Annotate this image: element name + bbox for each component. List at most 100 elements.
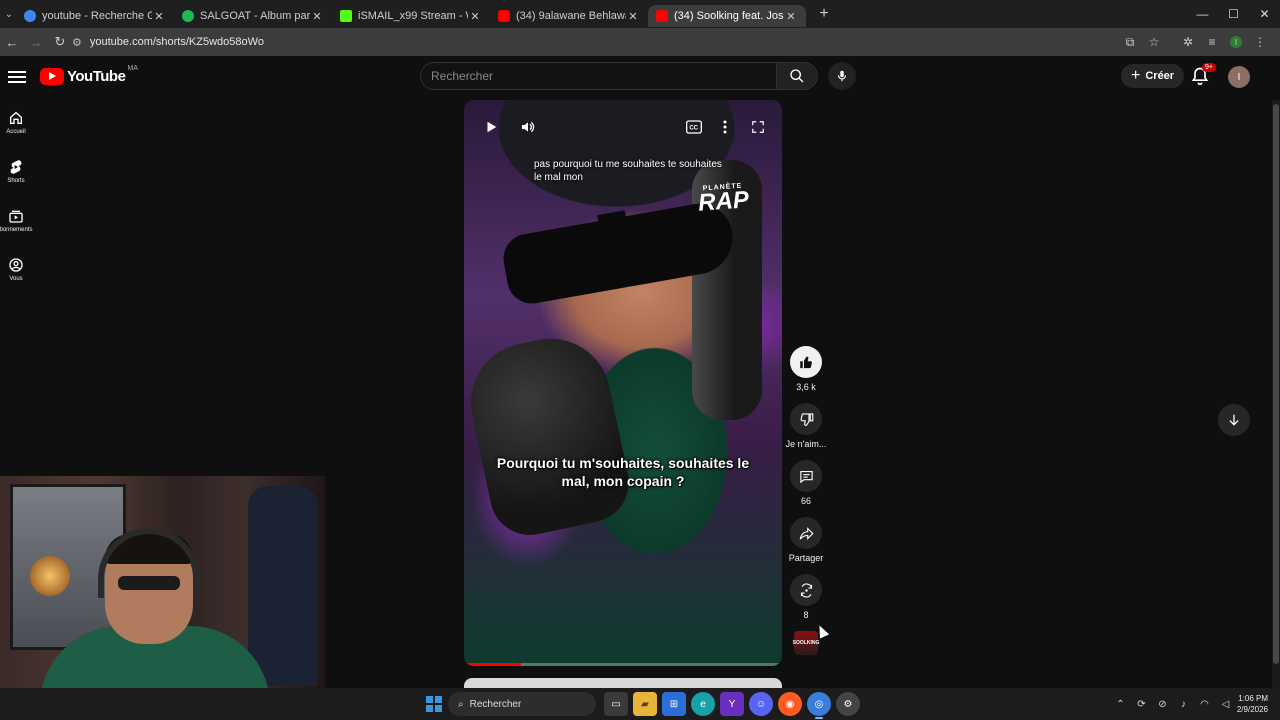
tab-title: (34) 9alawane Behlawane - Bakr <box>516 10 626 22</box>
edge-icon[interactable]: e <box>691 692 715 716</box>
guide-label: Accueil <box>6 129 26 135</box>
browser-tab[interactable]: (34) 9alawane Behlawane - Bakr ✕ <box>490 5 648 27</box>
toolbar-actions: ⧉ ☆ ✲ ≡ I ⋮ <box>1118 30 1272 54</box>
install-app-icon[interactable]: ⧉ <box>1118 30 1142 54</box>
microsoft-store-icon[interactable]: ⊞ <box>662 692 686 716</box>
steam-icon[interactable]: ⚙ <box>836 692 860 716</box>
menu-icon[interactable] <box>8 68 26 86</box>
dislike-circle[interactable] <box>790 403 822 435</box>
close-tab-icon[interactable]: ✕ <box>784 10 798 23</box>
microphone-icon <box>837 70 847 82</box>
create-button[interactable]: + Créer <box>1121 64 1185 88</box>
browser-tab[interactable]: youtube - Recherche Google ✕ <box>16 5 174 27</box>
share-circle[interactable] <box>790 517 822 549</box>
shorts-icon <box>10 160 22 174</box>
close-tab-icon[interactable]: ✕ <box>310 10 324 23</box>
wifi-icon[interactable]: ◠ <box>1194 692 1215 716</box>
browser-tab-active[interactable]: (34) Soolking feat. Josas - Paqu ✕ <box>648 5 806 27</box>
task-view-icon[interactable]: ▭ <box>604 692 628 716</box>
close-tab-icon[interactable]: ✕ <box>468 10 482 23</box>
firefox-icon[interactable]: ◉ <box>778 692 802 716</box>
home-icon <box>10 111 22 124</box>
microphone-icon[interactable]: ♪ <box>1173 692 1194 716</box>
burned-in-subtitle: Pourquoi tu m'souhaites, souhaites le ma… <box>496 455 750 489</box>
short-video-player[interactable]: PLANÈTE RAP CC pas pourquoi tu me souhai… <box>464 100 782 666</box>
like-circle[interactable] <box>790 346 822 378</box>
extensions-icon[interactable]: ✲ <box>1176 30 1200 54</box>
chrome-icon[interactable]: ◎ <box>807 692 831 719</box>
close-window-icon[interactable]: ✕ <box>1249 0 1280 28</box>
guide-label: Shorts <box>7 178 25 184</box>
search-input[interactable] <box>420 62 776 90</box>
minimize-icon[interactable]: — <box>1187 0 1218 28</box>
search-button[interactable] <box>776 62 818 90</box>
scrollbar-thumb[interactable] <box>1273 104 1279 664</box>
guide-label: Vous <box>9 276 23 282</box>
browser-tab[interactable]: SALGOAT - Album par ElGrande ✕ <box>174 5 332 27</box>
share-button[interactable]: Partager <box>784 517 828 563</box>
tab-title: SALGOAT - Album par ElGrande <box>200 10 310 22</box>
new-tab-button[interactable]: + <box>812 5 836 23</box>
comments-button[interactable]: 66 <box>784 460 828 506</box>
next-short-preview[interactable] <box>464 678 782 688</box>
account-avatar[interactable]: I <box>1228 66 1250 88</box>
yahoo-icon[interactable]: Y <box>720 692 744 716</box>
dislike-button[interactable]: Je n'aim... <box>784 403 828 449</box>
youtube-logo[interactable]: YouTube MA <box>40 65 138 85</box>
video-progress-bar[interactable] <box>464 663 782 666</box>
reading-list-icon[interactable]: ≡ <box>1200 30 1224 54</box>
remix-circle[interactable] <box>790 574 822 606</box>
guide-item-subscriptions[interactable]: bonnements <box>0 198 33 247</box>
more-options-icon[interactable] <box>712 114 738 140</box>
profile-avatar[interactable]: I <box>1230 36 1242 48</box>
browser-tab[interactable]: iSMAIL_x99 Stream - Watch Live ✕ <box>332 5 490 27</box>
play-icon[interactable] <box>478 114 504 140</box>
like-button[interactable]: 3,6 k <box>784 346 828 392</box>
chevron-up-icon[interactable]: ⌃ <box>1110 692 1131 716</box>
volume-icon[interactable] <box>515 114 541 140</box>
comments-count: 66 <box>800 496 811 506</box>
short-actions: 3,6 k Je n'aim... 66 Partager 8 SOOLKING <box>784 346 828 666</box>
sync-icon[interactable]: ⟳ <box>1131 692 1152 716</box>
reload-icon[interactable]: ↻ <box>48 30 72 54</box>
close-tab-icon[interactable]: ✕ <box>626 10 640 23</box>
discord-icon[interactable]: ☺ <box>749 692 773 716</box>
window-controls: — ☐ ✕ <box>1187 0 1280 28</box>
thumbs-down-icon <box>800 412 813 426</box>
clock-time: 1:06 PM <box>1238 694 1268 703</box>
guide-item-shorts[interactable]: Shorts <box>0 149 32 198</box>
subscriptions-icon <box>9 210 23 223</box>
browser-menu-icon[interactable]: ⋮ <box>1248 30 1272 54</box>
page-scrollbar[interactable] <box>1272 100 1280 688</box>
network-off-icon[interactable]: ⊘ <box>1152 692 1173 716</box>
forward-icon[interactable]: → <box>24 30 48 54</box>
comments-circle[interactable] <box>790 460 822 492</box>
address-bar[interactable]: ⚙ youtube.com/shorts/KZ5wdo58oWo <box>72 30 1102 54</box>
captions-icon[interactable]: CC <box>681 114 707 140</box>
taskbar-clock[interactable]: 1:06 PM 2/9/2026 <box>1228 693 1268 715</box>
guide-item-home[interactable]: Accueil <box>0 100 32 149</box>
remix-icon <box>800 582 812 598</box>
guide-item-you[interactable]: Vous <box>0 247 32 296</box>
windows-start-icon[interactable] <box>426 696 442 712</box>
site-info-icon[interactable]: ⚙ <box>72 36 82 49</box>
system-tray: ⌃ ⟳ ⊘ ♪ ◠ ◁ <box>1110 692 1236 716</box>
maximize-icon[interactable]: ☐ <box>1218 0 1249 28</box>
fullscreen-icon[interactable] <box>745 114 771 140</box>
bookmark-star-icon[interactable]: ☆ <box>1142 30 1166 54</box>
taskbar-search[interactable]: ⌕ Rechercher <box>448 692 596 716</box>
sound-thumbnail[interactable]: SOOLKING <box>793 631 819 655</box>
next-short-button[interactable] <box>1218 404 1250 436</box>
remix-button[interactable]: 8 <box>784 574 828 620</box>
webcam-background-coat <box>248 486 318 686</box>
search-box <box>420 62 818 90</box>
plus-icon: + <box>1131 67 1141 84</box>
create-label: Créer <box>1145 70 1175 82</box>
tab-search-button[interactable]: ⌄ <box>2 4 16 24</box>
browser-toolbar: ← → ↻ ⚙ youtube.com/shorts/KZ5wdo58oWo ⧉… <box>0 28 1280 56</box>
close-tab-icon[interactable]: ✕ <box>152 10 166 23</box>
back-icon[interactable]: ← <box>0 30 24 54</box>
file-explorer-icon[interactable]: ▰ <box>633 692 657 716</box>
voice-search-button[interactable] <box>828 62 856 90</box>
notifications-button[interactable]: 9+ <box>1190 63 1216 88</box>
